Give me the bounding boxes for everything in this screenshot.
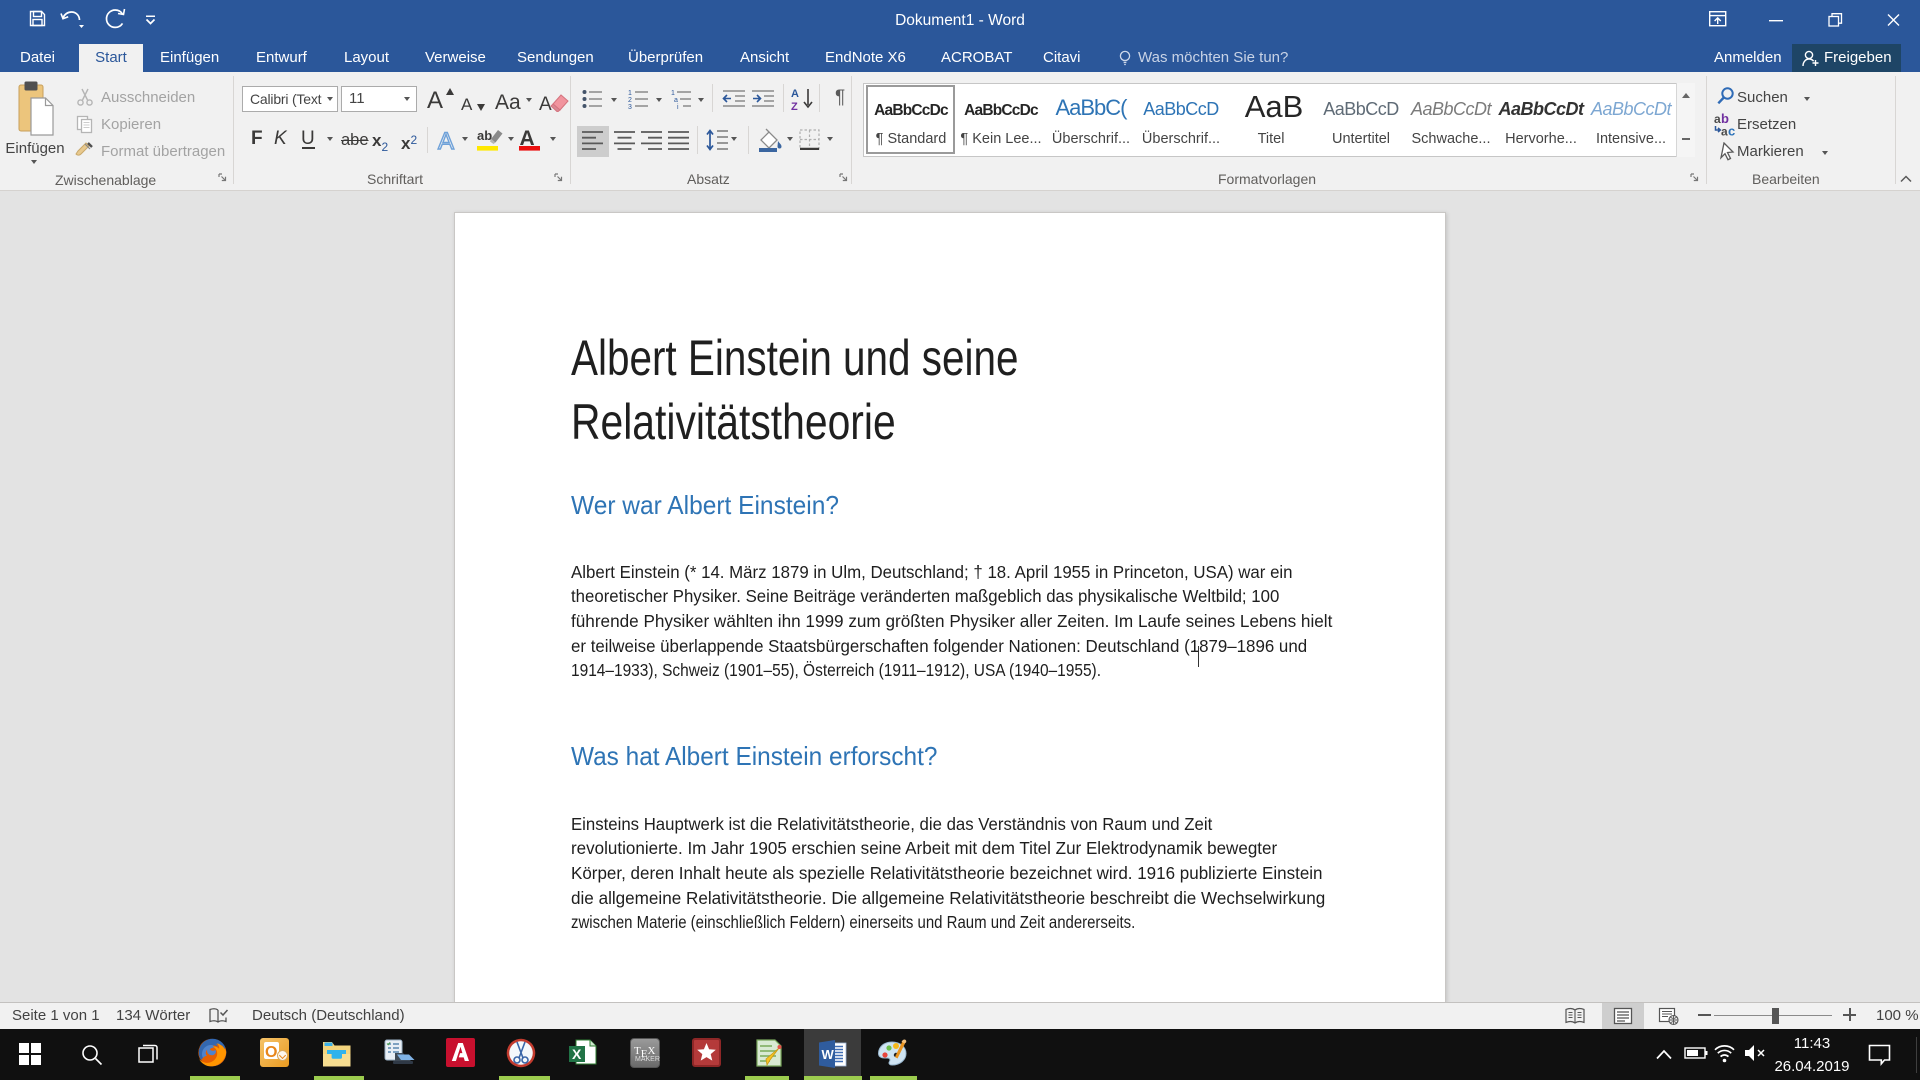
svg-text:W: W bbox=[822, 1047, 835, 1062]
svg-text:X: X bbox=[572, 1046, 582, 1062]
